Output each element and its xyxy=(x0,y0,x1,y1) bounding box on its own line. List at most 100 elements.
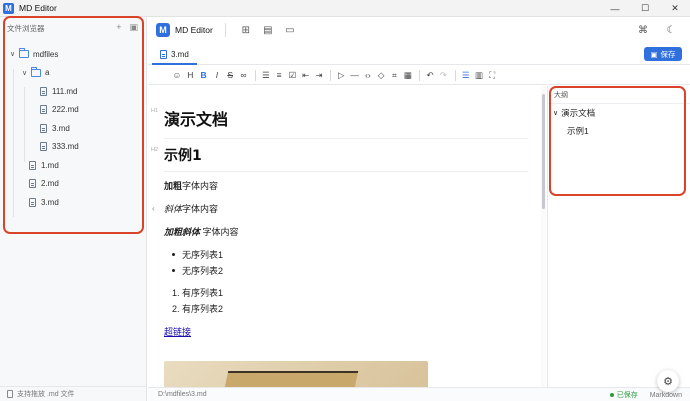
open-folder-icon[interactable]: ▣ xyxy=(129,22,138,33)
minimize-button[interactable]: — xyxy=(600,0,630,17)
heading-icon[interactable]: H xyxy=(184,68,196,82)
tree-label: 3.md xyxy=(52,123,70,133)
heading-1: 演示文档 xyxy=(164,106,528,139)
split-view-icon[interactable]: ▥ xyxy=(473,68,485,82)
tree-folder-mdfiles[interactable]: ∨ mdfiles xyxy=(0,45,146,64)
outdent-icon[interactable]: ⇤ xyxy=(300,68,312,82)
tree-file[interactable]: 2.md xyxy=(0,175,146,194)
open-folder-icon[interactable]: ▭ xyxy=(279,21,301,39)
file-icon xyxy=(160,50,167,59)
sidebar-header: 文件浏览器 + ▣ xyxy=(0,17,146,39)
save-button[interactable]: ▣ 保存 xyxy=(644,47,682,61)
chevron-down-icon: ∨ xyxy=(21,69,28,77)
outline-item-h1[interactable]: ∨ 演示文档 xyxy=(548,104,690,122)
markdown-editor[interactable]: H1 H2 ‹ 演示文档 示例1 加粗字体内容 斜体字体内容 加粗斜体 字体内容… xyxy=(148,86,542,387)
file-icon xyxy=(7,390,13,398)
tab-3-md[interactable]: 3.md xyxy=(152,46,197,65)
scrollbar-thumb[interactable] xyxy=(542,94,545,209)
tree-folder-a[interactable]: ∨ a xyxy=(0,64,146,83)
divider xyxy=(330,69,332,81)
list-item: 无序列表2 xyxy=(172,264,223,277)
divider xyxy=(224,23,226,37)
window-controls: — ☐ ✕ xyxy=(600,0,690,17)
settings-gear-icon[interactable]: ⚙ xyxy=(657,370,679,392)
chevron-left-icon[interactable]: ‹ xyxy=(152,204,155,213)
tree-label: a xyxy=(45,68,50,78)
italic-text: 斜体 xyxy=(164,204,183,214)
bold-text: 加粗 xyxy=(164,181,183,191)
app-header: M MD Editor ⊞ ▤ ▭ ⌘ ☾ xyxy=(148,17,690,43)
code-icon[interactable]: ‹› xyxy=(362,68,374,82)
chevron-down-icon: ∨ xyxy=(553,110,559,117)
tree-file[interactable]: 3.md xyxy=(0,193,146,212)
numbered-list-icon[interactable]: ≡ xyxy=(273,68,285,82)
tree-file[interactable]: 222.md xyxy=(0,101,146,120)
list-item: 1. 有序列表1 xyxy=(172,288,224,298)
hyperlink[interactable]: 超链接 xyxy=(164,325,191,338)
new-file-icon[interactable]: + xyxy=(116,22,121,33)
file-icon xyxy=(29,197,36,207)
plain-text: 字体内容 xyxy=(200,227,239,237)
divider xyxy=(454,69,456,81)
save-icon: ▣ xyxy=(650,49,658,59)
tree-file[interactable]: 333.md xyxy=(0,138,146,157)
window-title: MD Editor xyxy=(19,3,57,13)
fullscreen-icon[interactable]: ⛶ xyxy=(486,68,498,82)
tree-file[interactable]: 1.md xyxy=(0,156,146,175)
code-block-icon[interactable]: ◇ xyxy=(375,68,387,82)
table-icon[interactable]: ▦ xyxy=(402,68,414,82)
md-logo-icon: M xyxy=(156,23,170,37)
tree-guide-line xyxy=(13,69,14,217)
file-icon xyxy=(40,142,47,152)
folder-icon xyxy=(19,48,29,59)
gutter-h1-marker: H1 xyxy=(151,108,159,114)
open-file-icon[interactable]: ▤ xyxy=(257,21,279,39)
list-item: 无序列表1 xyxy=(172,248,223,261)
tree-label: 222.md xyxy=(52,105,79,115)
file-icon xyxy=(40,123,47,133)
mode-label: Markdown xyxy=(649,391,682,399)
editor-scrollbar[interactable] xyxy=(541,86,546,387)
bold-italic-paragraph: 加粗斜体 字体内容 xyxy=(164,225,239,238)
link-icon[interactable]: ∞ xyxy=(237,68,249,82)
tree-file[interactable]: 3.md xyxy=(0,119,146,138)
status-dot-icon xyxy=(609,393,614,397)
command-icon[interactable]: ⌘ xyxy=(632,21,654,39)
checklist-icon[interactable]: ☑ xyxy=(286,68,298,82)
file-icon xyxy=(40,105,47,115)
new-file-icon[interactable]: ⊞ xyxy=(235,21,257,39)
file-icon xyxy=(40,86,47,96)
outline-toggle-icon[interactable]: ☰ xyxy=(460,68,472,82)
outline-item-h2[interactable]: 示例1 xyxy=(548,122,690,140)
bold-icon[interactable]: B xyxy=(198,68,210,82)
strikethrough-icon[interactable]: S xyxy=(224,68,236,82)
emoji-icon[interactable]: ☺ xyxy=(171,68,183,82)
plain-text: 字体内容 xyxy=(182,181,219,191)
undo-icon[interactable]: ↶ xyxy=(424,68,436,82)
status-bar: D:\mdfiles\3.md 已保存 Markdown xyxy=(148,387,690,401)
plain-text: 字体内容 xyxy=(182,204,219,214)
tree-file[interactable]: 111.md xyxy=(0,82,146,101)
save-status: 已保存 xyxy=(609,390,638,400)
quote-icon[interactable]: ▷ xyxy=(335,68,347,82)
dark-mode-icon[interactable]: ☾ xyxy=(660,21,682,39)
inline-code-icon[interactable]: ⌗ xyxy=(388,68,400,82)
indent-icon[interactable]: ⇥ xyxy=(313,68,325,82)
tab-bar: 3.md ▣ 保存 xyxy=(148,43,690,65)
chevron-down-icon: ∨ xyxy=(9,51,16,59)
redo-icon[interactable]: ↷ xyxy=(437,68,449,82)
file-explorer-sidebar: 文件浏览器 + ▣ ∨ mdfiles ∨ a 111.md 222.md 3.… xyxy=(0,17,147,401)
embedded-image xyxy=(164,361,428,387)
close-button[interactable]: ✕ xyxy=(660,0,690,17)
outline-label: 示例1 xyxy=(567,126,589,136)
italic-icon[interactable]: I xyxy=(211,68,223,82)
bold-italic-text: 加粗斜体 xyxy=(164,227,201,237)
title-bar: M MD Editor — ☐ ✕ xyxy=(0,0,690,17)
file-path: D:\mdfiles\3.md xyxy=(158,391,207,398)
horizontal-rule-icon[interactable]: — xyxy=(349,68,361,82)
tab-label: 3.md xyxy=(171,50,189,59)
maximize-button[interactable]: ☐ xyxy=(630,0,660,17)
bullet-list-icon[interactable]: ☰ xyxy=(260,68,272,82)
save-label: 保存 xyxy=(660,49,676,59)
tree-label: 2.md xyxy=(41,179,59,189)
